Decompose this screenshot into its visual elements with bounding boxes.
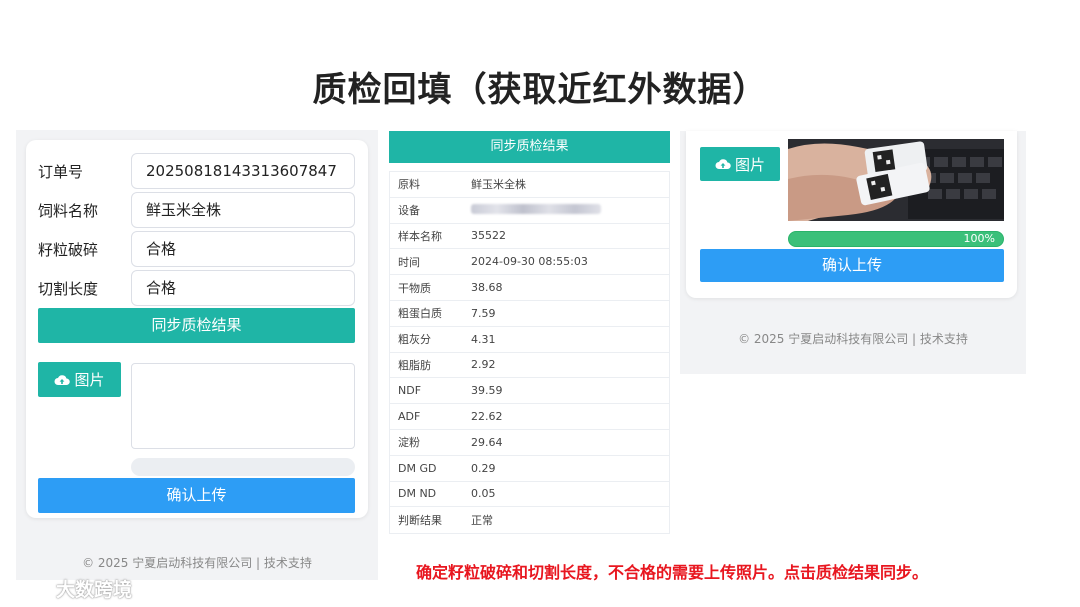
result-row: 淀粉 29.64 [390,430,669,456]
result-key: DM GD [398,461,437,475]
uploaded-photo[interactable] [788,139,1004,221]
result-value: 4.31 [471,332,496,346]
result-value: 22.62 [471,410,503,424]
image-upload-button[interactable]: 图片 [38,362,121,397]
cut-row: 切割长度 合格 [26,270,368,306]
result-row: 粗脂肪 2.92 [390,353,669,379]
sync-result-button[interactable]: 同步质检结果 [38,308,355,343]
result-value: 0.05 [471,487,496,501]
result-row: NDF 39.59 [390,378,669,405]
upload-screen: 图片 100% 确认上传 © 2025 宁夏启动科技有限公司 | 技术支持 [680,131,1026,374]
feed-label: 饲料名称 [38,202,99,220]
confirm-upload-button[interactable]: 确认上传 [38,478,355,513]
order-label: 订单号 [38,163,84,181]
result-value: 2024-09-30 08:55:03 [471,255,588,269]
result-screen: 同步质检结果 原料 鲜玉米全株设备样本名称 35522 时间 2024-09-30 08… [389,131,670,536]
result-value: 7.59 [471,306,496,320]
cloud-upload-icon [715,159,731,169]
image-button-label: 图片 [734,155,765,174]
result-value: 0.29 [471,461,496,475]
cut-length-field[interactable]: 合格 [131,270,355,306]
upload-progress-bar: 100% [788,231,1004,247]
instruction-note: 确定籽粒破碎和切割长度，不合格的需要上传照片。点击质检结果同步。 [416,563,929,582]
result-row: 设备 [390,198,669,224]
result-key: 判断结果 [398,514,442,528]
result-row: 判断结果 正常 [390,507,669,533]
result-value: 39.59 [471,384,503,398]
result-row: 粗灰分 4.31 [390,327,669,353]
slide-title: 质检回填（获取近红外数据） [312,70,768,110]
result-row: DM GD 0.29 [390,456,669,482]
result-header-button[interactable]: 同步质检结果 [389,131,670,163]
image-upload-button[interactable]: 图片 [700,147,780,181]
watermark-text: 大数跨境 [56,579,133,601]
result-key: 设备 [398,204,420,218]
form-screen: 订单号 20250818143313607847 饲料名称 鲜玉米全株 籽粒破碎… [16,130,378,580]
result-key: 淀粉 [398,436,420,450]
order-number-field[interactable]: 20250818143313607847 [131,153,355,189]
result-row: DM ND 0.05 [390,482,669,508]
upload-progress-bar [131,458,355,476]
footer-copyright: © 2025 宁夏启动科技有限公司 | 技术支持 [738,332,968,346]
result-key: DM ND [398,487,437,501]
order-row: 订单号 20250818143313607847 [26,153,368,189]
result-key: NDF [398,384,422,398]
redacted-device-name [471,203,601,214]
result-table: 原料 鲜玉米全株设备样本名称 35522 时间 2024-09-30 08:55:03 干… [389,171,670,535]
grain-label: 籽粒破碎 [38,241,99,259]
result-value: 2.92 [471,358,496,372]
image-button-label: 图片 [74,371,105,389]
result-row: 粗蛋白质 7.59 [390,301,669,327]
feed-row: 饲料名称 鲜玉米全株 [26,192,368,228]
grain-break-field[interactable]: 合格 [131,231,355,267]
cut-label: 切割长度 [38,280,99,298]
result-value-redacted [471,203,669,217]
result-key: 时间 [398,255,420,269]
upload-card: 图片 100% 确认上传 [686,131,1017,298]
grain-row: 籽粒破碎 合格 [26,231,368,267]
image-preview-box[interactable] [131,363,355,449]
result-row: 干物质 38.68 [390,275,669,301]
result-value: 鲜玉米全株 [471,178,526,192]
result-row: ADF 22.62 [390,404,669,430]
watermark: 大数跨境 [10,575,132,602]
result-key: ADF [398,410,421,424]
result-row: 原料 鲜玉米全株 [390,172,669,198]
result-key: 干物质 [398,281,431,295]
result-key: 粗脂肪 [398,358,431,372]
result-value: 正常 [471,514,493,528]
result-value: 35522 [471,229,506,243]
feed-name-field[interactable]: 鲜玉米全株 [131,192,355,228]
cloud-upload-icon [54,374,71,385]
result-value: 29.64 [471,435,503,449]
watermark-logo-icon [11,580,48,596]
result-row: 时间 2024-09-30 08:55:03 [390,249,669,276]
result-key: 粗灰分 [398,333,431,347]
form-card: 订单号 20250818143313607847 饲料名称 鲜玉米全株 籽粒破碎… [26,140,368,518]
result-key: 粗蛋白质 [398,307,442,321]
result-value: 38.68 [471,281,503,295]
footer-copyright: © 2025 宁夏启动科技有限公司 | 技术支持 [82,556,312,570]
result-key: 原料 [398,178,420,192]
result-row: 样本名称 35522 [390,224,669,250]
photo-image [788,139,1004,221]
result-key: 样本名称 [398,229,442,243]
confirm-upload-button[interactable]: 确认上传 [700,249,1004,282]
